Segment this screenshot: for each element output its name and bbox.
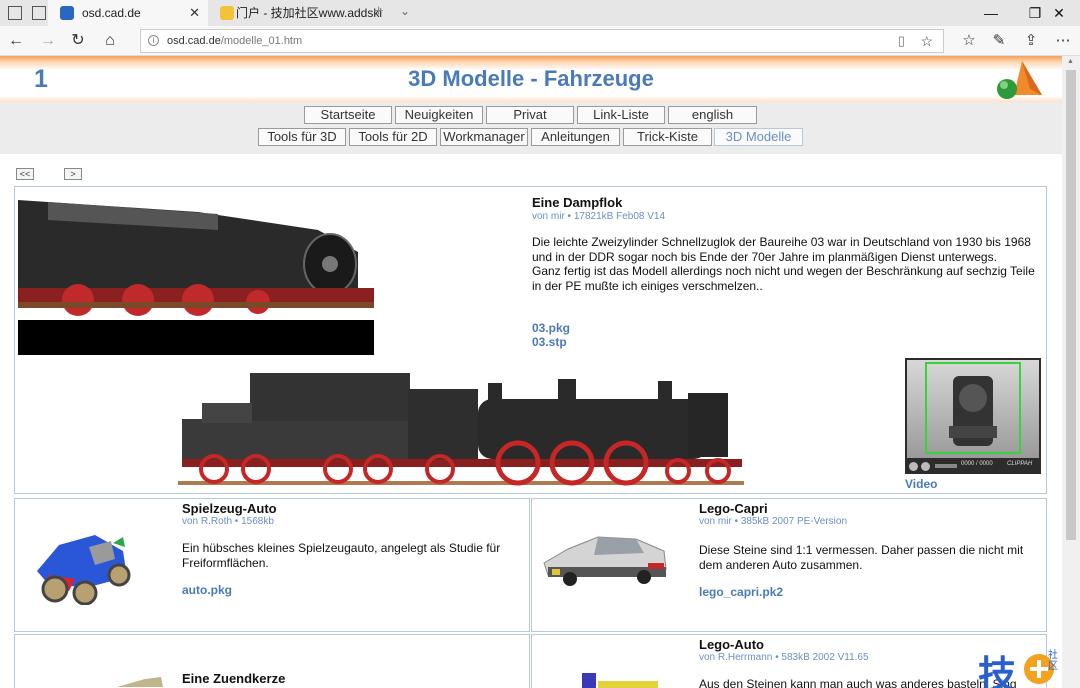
site-logo-icon [997, 61, 1042, 99]
stop-icon[interactable] [921, 462, 930, 471]
home-icon[interactable]: ⌂ [96, 30, 124, 52]
item-box-zuendkerze: Eine Zuendkerze [14, 634, 530, 688]
nav-3d-modelle[interactable]: 3D Modelle [714, 128, 803, 146]
item-title: Lego-Capri [699, 501, 768, 516]
dampflok-render-image [18, 190, 374, 355]
address-toolbar: ← → ↻ ⌂ i osd.cad.de/modelle_01.htm ▯ ☆ … [0, 26, 1080, 56]
nav-workmanager[interactable]: Workmanager [440, 128, 528, 146]
url-host: osd.cad.de [167, 35, 221, 47]
new-tab-icon[interactable]: + [374, 3, 383, 21]
download-link-auto-pkg[interactable]: auto.pkg [182, 583, 232, 597]
video-progress-bar[interactable] [935, 464, 957, 468]
nav-neuigkeiten[interactable]: Neuigkeiten [395, 106, 483, 124]
favorite-star-icon[interactable]: ☆ [920, 30, 933, 52]
favorites-list-icon[interactable]: ☆ [956, 30, 982, 52]
item-description: Diese Steine sind 1:1 vermessen. Daher p… [699, 543, 1024, 572]
pen-notes-icon[interactable]: ✎ [986, 30, 1012, 52]
nav-tools-2d[interactable]: Tools für 2D [349, 128, 437, 146]
nav-link-liste[interactable]: Link-Liste [577, 106, 665, 124]
reading-view-icon[interactable]: ▯ [898, 30, 905, 52]
addski-watermark: 技 社区 [978, 648, 1062, 688]
item-description-p2: Ganz fertig ist das Modell allerdings no… [532, 264, 1035, 293]
item-meta: von mir • 17821kB Feb08 V14 [532, 211, 666, 222]
lego-auto-image [582, 673, 658, 688]
share-icon[interactable]: ⇪ [1018, 30, 1044, 52]
lego-capri-image [543, 536, 667, 586]
scrollbar-thumb[interactable] [1066, 70, 1076, 540]
spark-plug-image [117, 677, 163, 687]
osd-favicon-icon [60, 6, 74, 20]
item-description: Die leichte Zweizylinder Schnellzuglok d… [532, 235, 1038, 293]
item-meta: von mir • 385kB 2007 PE-Version [699, 516, 848, 527]
pager-next-button[interactable]: > [64, 168, 82, 180]
watermark-small-text: 社区 [1048, 650, 1058, 672]
download-link-03-stp[interactable]: 03.stp [532, 335, 567, 349]
item-title: Lego-Auto [699, 637, 764, 652]
item-box-spielzeug-auto: Spielzeug-Auto von R.Roth • 1568kb Ein h… [14, 498, 530, 632]
video-player[interactable]: 0000 / 0000 CLIPPAH [905, 358, 1041, 474]
toy-car-image [37, 535, 131, 605]
item-title: Eine Zuendkerze [182, 671, 286, 686]
item-description-p1: Die leichte Zweizylinder Schnellzuglok d… [532, 235, 1031, 264]
item-title: Spielzeug-Auto [182, 501, 277, 516]
loco-front-view-image [949, 376, 997, 446]
browser-tab-bar: osd.cad.de ✕ 门户 - 技加社区www.addski + ⌄ — ❐… [0, 0, 1080, 26]
download-link-lego-capri[interactable]: lego_capri.pk2 [699, 585, 783, 599]
page-header: 1 3D Modelle - Fahrzeuge [0, 56, 1062, 102]
tab-osd[interactable]: osd.cad.de ✕ [48, 0, 208, 26]
video-brand: CLIPPAH [1007, 461, 1033, 467]
set-tabs-aside-icon[interactable] [32, 6, 46, 20]
tab-manager-icon[interactable] [8, 6, 22, 20]
video-frame [907, 360, 1039, 458]
minimize-icon[interactable]: — [968, 0, 1014, 26]
item-box-dampflok: Eine Dampflok von mir • 17821kB Feb08 V1… [14, 186, 1047, 494]
item-title: Eine Dampflok [532, 195, 623, 210]
pager-prev-button[interactable]: << [16, 168, 34, 180]
watermark-char: 技 [978, 653, 1017, 688]
item-description: Ein hübsches kleines Spielzeugauto, ange… [182, 541, 501, 570]
main-navigation: Startseite Neuigkeiten Privat Link-Liste… [0, 102, 1062, 154]
tab-title: 门户 - 技加社区www.addski [236, 6, 383, 20]
plus-horizontal [1030, 667, 1048, 671]
nav-anleitungen[interactable]: Anleitungen [531, 128, 620, 146]
scroll-up-icon[interactable]: ▲ [1067, 58, 1074, 65]
tab-addski[interactable]: 门户 - 技加社区www.addski [208, 0, 382, 26]
dampflok-side-view-image [178, 373, 744, 486]
page-title: 3D Modelle - Fahrzeuge [408, 66, 654, 91]
url-input[interactable]: i osd.cad.de/modelle_01.htm ▯ ☆ [140, 29, 944, 53]
addski-favicon-icon [220, 6, 234, 20]
url-path: /modelle_01.htm [220, 35, 303, 47]
forward-icon[interactable]: → [34, 30, 62, 52]
item-meta: von R.Herrmann • 583kB 2002 V11.65 [699, 652, 869, 663]
nav-english[interactable]: english [668, 106, 757, 124]
nav-privat[interactable]: Privat [486, 106, 574, 124]
item-box-lego-capri: Lego-Capri von mir • 385kB 2007 PE-Versi… [531, 498, 1047, 632]
item-meta: von R.Roth • 1568kb [182, 516, 274, 527]
more-menu-icon[interactable]: ⋯ [1050, 30, 1076, 52]
download-link-03-pkg[interactable]: 03.pkg [532, 321, 570, 335]
refresh-icon[interactable]: ↻ [64, 30, 92, 52]
close-window-icon[interactable]: ✕ [1036, 0, 1080, 26]
page-scrollbar[interactable]: ▲ [1062, 56, 1080, 688]
back-icon[interactable]: ← [2, 30, 30, 52]
nav-trick-kiste[interactable]: Trick-Kiste [623, 128, 712, 146]
video-link[interactable]: Video [905, 477, 937, 491]
tab-title: osd.cad.de [82, 6, 141, 20]
item-box-lego-auto: Lego-Auto von R.Herrmann • 583kB 2002 V1… [531, 634, 1047, 688]
close-tab-icon[interactable]: ✕ [189, 0, 200, 26]
page-viewport: 1 3D Modelle - Fahrzeuge Startseite Neui… [0, 56, 1062, 688]
video-time: 0000 / 0000 [961, 461, 993, 467]
nav-tools-3d[interactable]: Tools für 3D [258, 128, 346, 146]
site-info-icon[interactable]: i [148, 35, 159, 46]
tab-preview-chevron-icon[interactable]: ⌄ [400, 4, 410, 18]
nav-startseite[interactable]: Startseite [304, 106, 392, 124]
play-icon[interactable] [909, 462, 918, 471]
